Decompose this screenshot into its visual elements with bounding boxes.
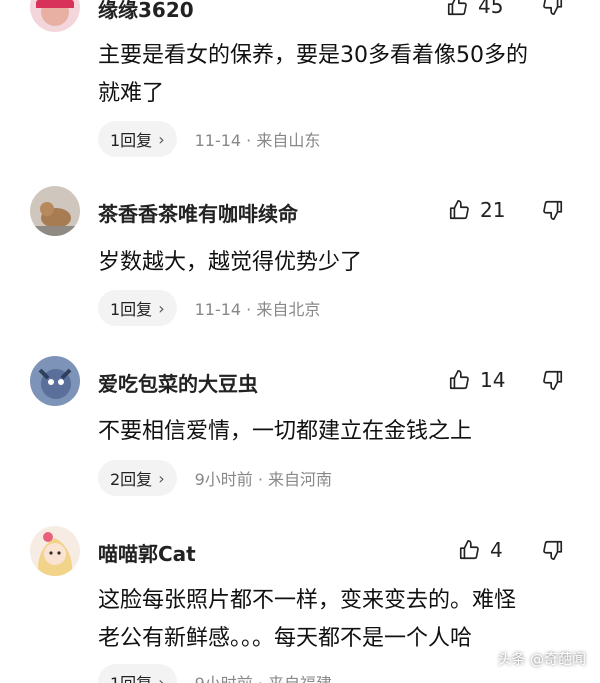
comment-meta: 2回复 › 9小时前 · 来自河南: [98, 460, 332, 496]
chevron-right-icon: ›: [158, 129, 165, 149]
avatar[interactable]: [30, 356, 80, 406]
like-count: 21: [480, 198, 506, 222]
comment-text: 岁数越大，越觉得优势少了: [98, 244, 578, 282]
like-button[interactable]: 14: [448, 368, 505, 392]
username[interactable]: 茶香香茶唯有咖啡续命: [98, 198, 298, 227]
comment-text: 主要是看女的保养，要是30多看着像50多的 就难了: [98, 37, 578, 113]
thumbs-down-icon: [542, 539, 566, 561]
like-button[interactable]: 4: [458, 538, 503, 562]
reply-count: 2回复: [110, 470, 153, 489]
watermark: 头条 @奇葩闻: [497, 652, 586, 668]
thumbs-up-icon: [448, 369, 470, 391]
like-count: 45: [478, 0, 504, 18]
comment-text: 不要相信爱情，一切都建立在金钱之上: [98, 413, 578, 451]
comment-time-location: 11-14 · 来自山东: [194, 131, 321, 150]
comment-text: 这脸每张照片都不一样，变来变去的。难怪 老公有新鲜感。。。每天都不是一个人哈: [98, 582, 578, 658]
comment-line: 岁数越大，越觉得优势少了: [98, 250, 363, 275]
thumbs-down-icon: [542, 199, 566, 221]
like-button[interactable]: 21: [448, 198, 505, 222]
comment-meta: 1回复 › 11-14 · 来自北京: [98, 290, 320, 326]
avatar[interactable]: [30, 526, 80, 576]
comment-time-location: 11-14 · 来自北京: [194, 300, 321, 319]
thumbs-up-icon: [458, 539, 480, 561]
like-count: 4: [490, 538, 503, 562]
avatar[interactable]: [30, 186, 80, 236]
comment-line: 主要是看女的保养，要是30多看着像50多的: [98, 43, 528, 68]
reply-count: 1回复: [110, 300, 153, 319]
reply-count: 1回复: [110, 670, 152, 683]
dislike-button[interactable]: [542, 199, 566, 223]
username[interactable]: 爱吃包菜的大豆虫: [98, 368, 258, 397]
comment-line: 就难了: [98, 81, 165, 106]
username[interactable]: 缘缘3620: [98, 0, 194, 23]
replies-button[interactable]: 1回复 ›: [98, 664, 177, 683]
dislike-button[interactable]: [542, 0, 566, 18]
reply-count: 1回复: [110, 131, 153, 150]
chevron-right-icon: ›: [158, 298, 165, 318]
thumbs-up-icon: [448, 199, 470, 221]
comment-meta: 1回复 › 11-14 · 来自山东: [98, 121, 320, 157]
replies-button[interactable]: 1回复 ›: [98, 121, 177, 157]
thumbs-down-icon: [542, 369, 566, 391]
replies-button[interactable]: 2回复 ›: [98, 460, 177, 496]
comment-line: 不要相信爱情，一切都建立在金钱之上: [98, 419, 473, 444]
like-button[interactable]: 45: [446, 0, 503, 18]
comment-time-location: 9小时前 · 来自河南: [194, 470, 333, 489]
thumbs-down-icon: [542, 0, 566, 16]
chevron-right-icon: ›: [158, 672, 165, 683]
username[interactable]: 喵喵郭Cat: [98, 538, 196, 567]
replies-button[interactable]: 1回复 ›: [98, 290, 177, 326]
comment-time-location: 9小时前 · 来自福建: [195, 670, 332, 683]
thumbs-up-icon: [446, 0, 468, 17]
comment-line: 这脸每张照片都不一样，变来变去的。难怪: [98, 588, 517, 613]
dislike-button[interactable]: [542, 539, 566, 563]
chevron-right-icon: ›: [158, 468, 165, 488]
comment-meta: 1回复 › 9小时前 · 来自福建: [98, 664, 332, 683]
avatar[interactable]: [30, 0, 80, 32]
dislike-button[interactable]: [542, 369, 566, 393]
like-count: 14: [480, 368, 506, 392]
